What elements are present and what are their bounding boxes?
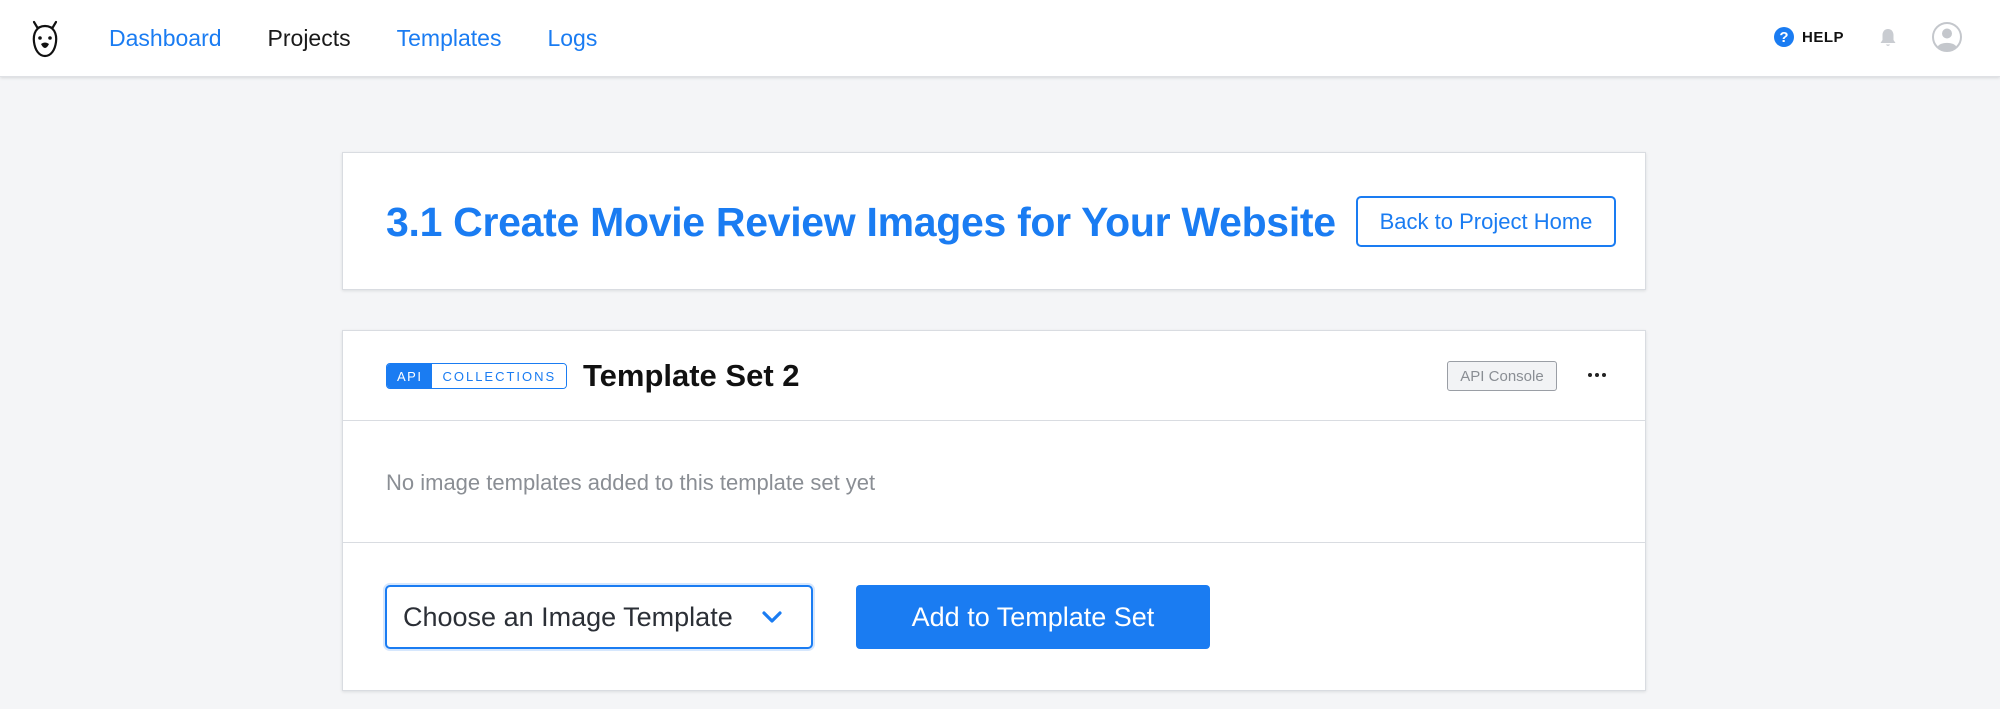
- api-collections-badge[interactable]: API COLLECTIONS: [386, 363, 568, 389]
- help-label: HELP: [1802, 28, 1845, 46]
- back-to-project-home-button[interactable]: Back to Project Home: [1356, 196, 1616, 247]
- api-tag: API: [387, 364, 433, 388]
- nav-item-projects[interactable]: Projects: [268, 27, 351, 50]
- project-header-card: 3.1 Create Movie Review Images for Your …: [342, 152, 1646, 290]
- template-set-name: Template Set 2: [583, 358, 800, 393]
- add-to-template-set-button[interactable]: Add to Template Set: [856, 585, 1210, 649]
- template-set-card: API COLLECTIONS Template Set 2 API Conso…: [342, 330, 1646, 691]
- top-nav-bar: Dashboard Projects Templates Logs ? HELP: [0, 0, 2000, 77]
- image-template-select[interactable]: Choose an Image Template: [385, 585, 813, 649]
- bell-icon[interactable]: [1876, 26, 1900, 50]
- dot: [1588, 373, 1592, 377]
- bear-logo-icon[interactable]: [28, 18, 62, 58]
- user-avatar-icon[interactable]: [1932, 22, 1962, 52]
- nav-item-dashboard[interactable]: Dashboard: [109, 27, 222, 50]
- nav-item-templates[interactable]: Templates: [397, 27, 502, 50]
- dot: [1602, 373, 1606, 377]
- page-title: 3.1 Create Movie Review Images for Your …: [386, 199, 1336, 245]
- template-set-footer: Choose an Image Template Add to Template…: [343, 543, 1645, 692]
- empty-state-message: No image templates added to this templat…: [386, 470, 876, 495]
- help-icon: ?: [1774, 27, 1794, 47]
- nav-item-logs[interactable]: Logs: [547, 27, 597, 50]
- chevron-down-icon: [762, 611, 782, 623]
- help-link[interactable]: ? HELP: [1774, 27, 1844, 47]
- api-console-button[interactable]: API Console: [1447, 361, 1557, 391]
- dot: [1595, 373, 1599, 377]
- collections-tag: COLLECTIONS: [432, 364, 567, 388]
- template-set-header: API COLLECTIONS Template Set 2 API Conso…: [343, 331, 1645, 421]
- more-options-icon[interactable]: [1583, 363, 1611, 387]
- select-value: Choose an Image Template: [403, 601, 733, 632]
- main-nav: Dashboard Projects Templates Logs: [109, 0, 643, 77]
- template-set-body: No image templates added to this templat…: [343, 421, 1645, 543]
